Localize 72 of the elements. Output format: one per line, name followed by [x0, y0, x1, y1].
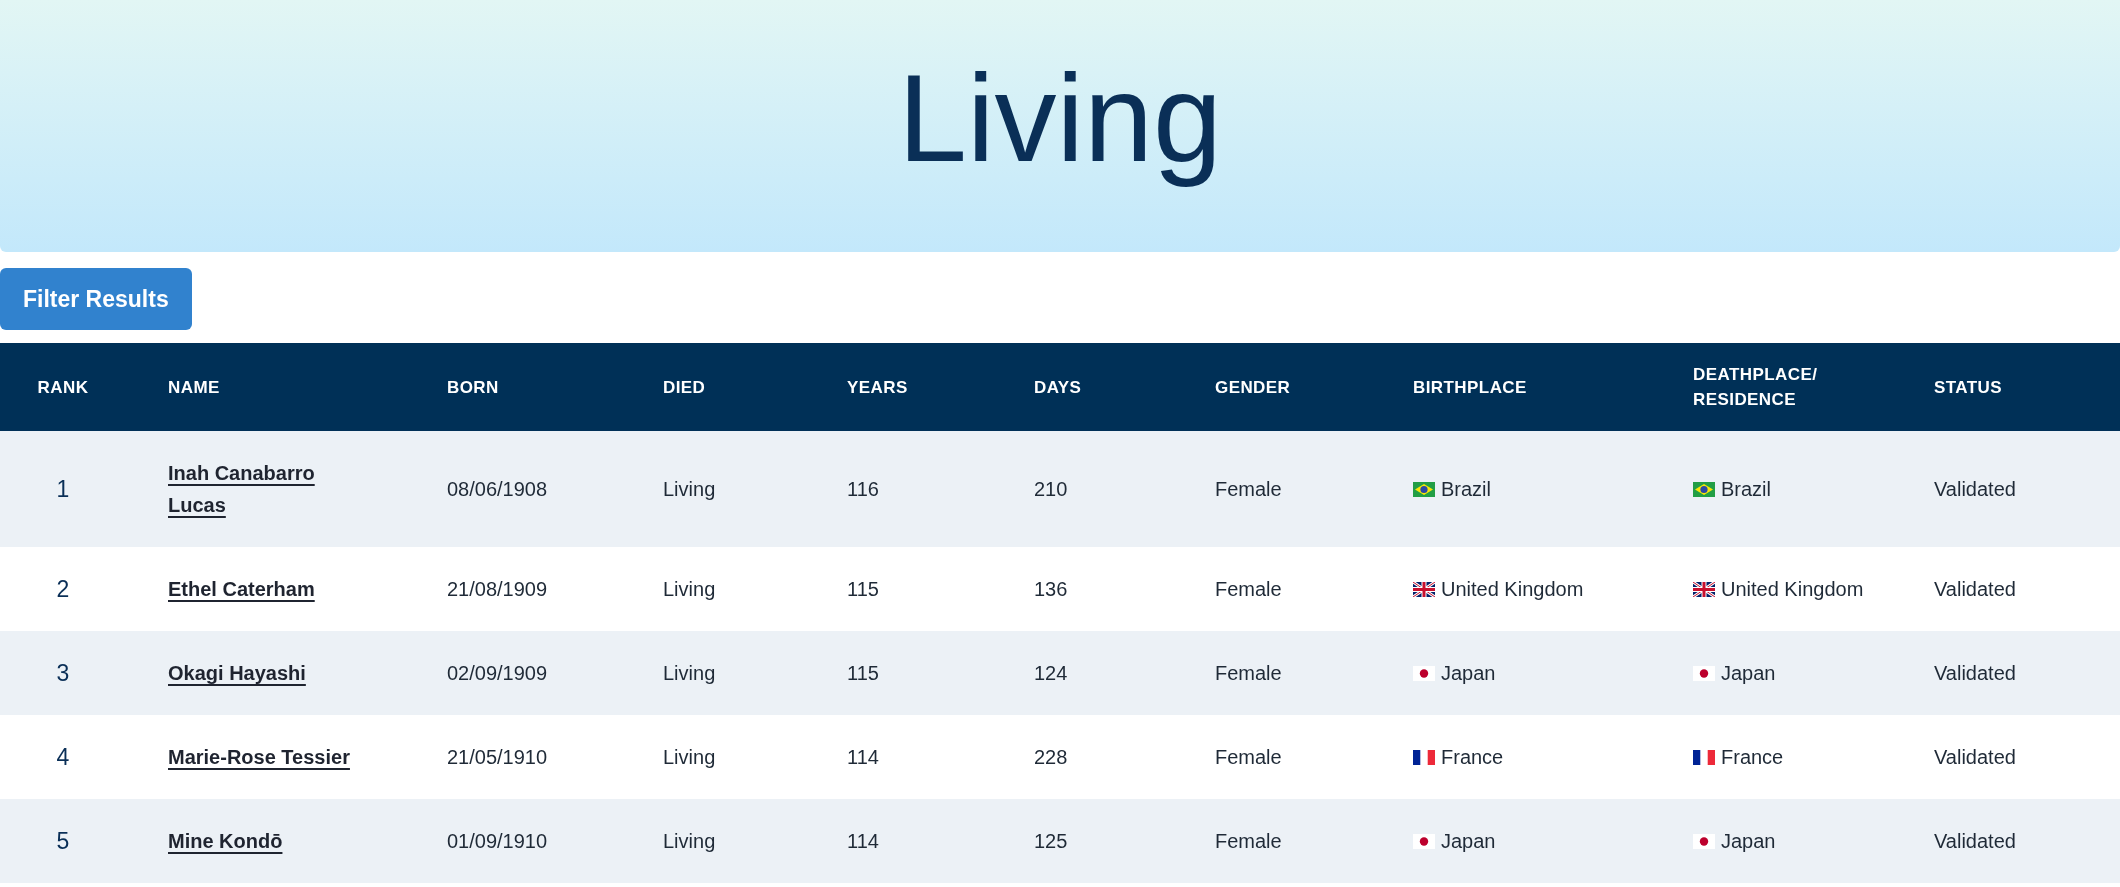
rank-number: 3 — [56, 659, 70, 686]
age-days: 228 — [1034, 746, 1068, 768]
gender-text: Female — [1215, 478, 1282, 500]
age-years: 115 — [847, 662, 879, 684]
age-years: 116 — [847, 478, 879, 500]
rank-number: 2 — [56, 575, 70, 602]
residence-country: France — [1721, 745, 1784, 770]
rank-number: 4 — [56, 743, 70, 770]
age-days: 136 — [1034, 578, 1068, 600]
filter-results-button[interactable]: Filter Results — [0, 268, 192, 330]
birth-date: 08/06/1908 — [447, 478, 548, 500]
flag-icon — [1413, 581, 1435, 597]
flag-icon — [1693, 665, 1715, 681]
flag-icon — [1413, 833, 1435, 849]
flag-icon — [1413, 665, 1435, 681]
rank-number: 5 — [56, 827, 70, 854]
flag-icon — [1413, 749, 1435, 765]
death-status: Living — [663, 830, 716, 852]
birth-date: 21/05/1910 — [447, 746, 548, 768]
validation-status: Validated — [1934, 830, 2016, 852]
age-days: 124 — [1034, 662, 1068, 684]
residence-country: Japan — [1721, 661, 1776, 686]
birthplace-country: Japan — [1441, 661, 1496, 686]
validation-status: Validated — [1934, 662, 2016, 684]
column-header: BORN — [447, 376, 499, 399]
person-name-link[interactable]: Marie-Rose Tessier — [168, 741, 350, 773]
person-name-link[interactable]: Mine Kondō — [168, 825, 283, 857]
flag-icon — [1693, 481, 1715, 497]
birthplace-country: United Kingdom — [1441, 577, 1584, 602]
column-header: DAYS — [1034, 376, 1082, 399]
flag-icon — [1413, 481, 1435, 497]
person-name-link[interactable]: Ethel Caterham — [168, 573, 315, 605]
age-years: 115 — [847, 578, 879, 600]
gender-text: Female — [1215, 578, 1282, 600]
age-years: 114 — [847, 746, 879, 768]
death-status: Living — [663, 578, 716, 600]
validation-status: Validated — [1934, 578, 2016, 600]
age-days: 210 — [1034, 478, 1068, 500]
validation-status: Validated — [1934, 746, 2016, 768]
death-status: Living — [663, 662, 716, 684]
birthplace-country: France — [1441, 745, 1504, 770]
page-title: Living — [898, 56, 1222, 189]
person-name-link[interactable]: Inah Canabarro Lucas — [168, 457, 368, 521]
age-years: 114 — [847, 830, 879, 852]
birthplace-country: Japan — [1441, 829, 1496, 854]
column-header: DIED — [663, 376, 706, 399]
flag-icon — [1693, 581, 1715, 597]
age-days: 125 — [1034, 830, 1068, 852]
column-header: YEARS — [847, 376, 908, 399]
gender-text: Female — [1215, 662, 1282, 684]
flag-icon — [1693, 749, 1715, 765]
birthplace-country: Brazil — [1441, 477, 1491, 502]
death-status: Living — [663, 746, 716, 768]
column-header: BIRTHPLACE — [1413, 376, 1527, 399]
residence-country: Brazil — [1721, 477, 1771, 502]
column-header: NAME — [168, 376, 220, 399]
validation-status: Validated — [1934, 478, 2016, 500]
flag-icon — [1693, 833, 1715, 849]
residence-country: Japan — [1721, 829, 1776, 854]
column-header: DEATHPLACE/ RESIDENCE — [1693, 364, 1819, 411]
person-name-link[interactable]: Okagi Hayashi — [168, 657, 306, 689]
residence-country: United Kingdom — [1721, 577, 1864, 602]
gender-text: Female — [1215, 746, 1282, 768]
gender-text: Female — [1215, 830, 1282, 852]
column-header: RANK — [37, 376, 89, 399]
column-header: STATUS — [1934, 376, 2003, 399]
death-status: Living — [663, 478, 716, 500]
birth-date: 21/08/1909 — [447, 578, 548, 600]
birth-date: 01/09/1910 — [447, 830, 548, 852]
birth-date: 02/09/1909 — [447, 662, 548, 684]
column-header: GENDER — [1215, 376, 1291, 399]
rank-number: 1 — [56, 475, 70, 502]
